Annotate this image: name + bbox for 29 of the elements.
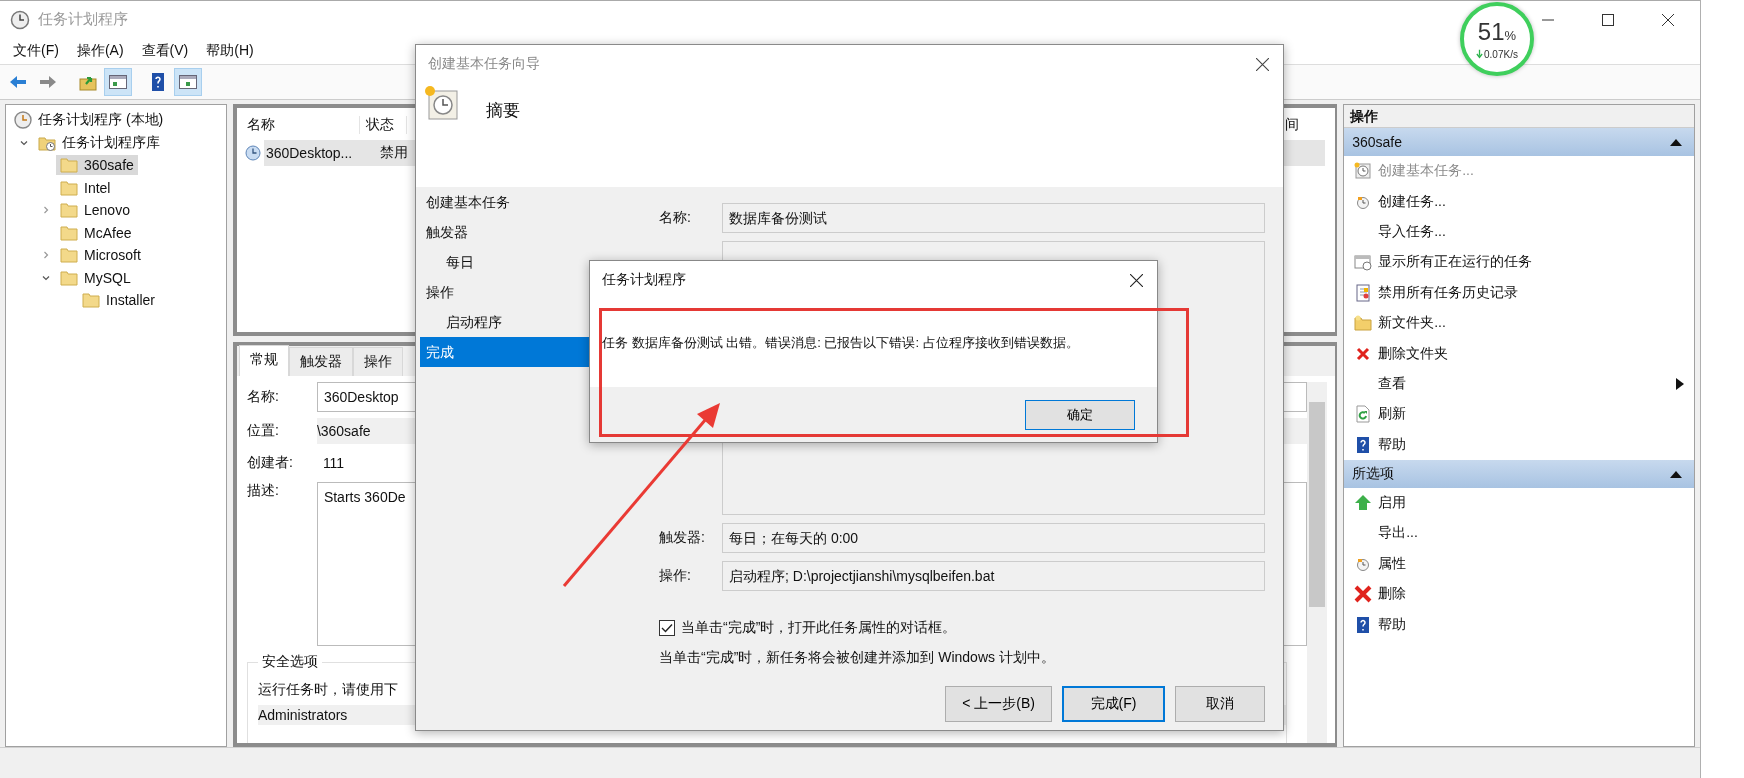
dialog-title: 创建基本任务向导 bbox=[428, 55, 540, 73]
pane-title: 操作 bbox=[1344, 105, 1694, 128]
section-title: 所选项 bbox=[1352, 464, 1395, 483]
page-heading: 摘要 bbox=[486, 100, 520, 122]
table-cell-text: 禁用 bbox=[378, 144, 409, 162]
section-title: 360safe bbox=[1352, 134, 1403, 150]
wizard-step: 创建基本任务 bbox=[420, 187, 591, 217]
security-text: 运行任务时，请使用下 bbox=[257, 681, 399, 699]
wizard-step: 触发器 bbox=[420, 217, 591, 247]
memory-percent: 51% bbox=[1477, 18, 1517, 47]
field-label: 触发器: bbox=[659, 529, 706, 547]
table-cell-text: 360Desktop... bbox=[264, 145, 354, 161]
wizard-step: 完成 bbox=[420, 337, 591, 367]
author-value: 111 bbox=[321, 454, 345, 473]
dialog-title: 任务计划程序 bbox=[602, 271, 686, 289]
field-label: 名称: bbox=[659, 209, 692, 227]
wizard-step: 每日 bbox=[420, 247, 591, 277]
field-label: 创建者: bbox=[246, 454, 294, 472]
window-title: 任务计划程序 bbox=[38, 10, 128, 29]
field-label: 位置: bbox=[246, 422, 280, 440]
field-label: 描述: bbox=[246, 482, 280, 500]
field-label: 名称: bbox=[246, 388, 280, 406]
wizard-step: 操作 bbox=[420, 277, 591, 307]
error-message: 任务 数据库备份测试 出错。错误消息: 已报告以下错误: 占位程序接收到错误数据。 bbox=[602, 334, 1079, 352]
wizard-step: 启动程序 bbox=[420, 307, 591, 337]
note-text: 当单击“完成”时，新任务将会被创建并添加到 Windows 计划中。 bbox=[659, 649, 1056, 667]
network-rate: 0.07K/s bbox=[1484, 48, 1518, 60]
group-title: 安全选项 bbox=[257, 653, 322, 671]
field-label: 操作: bbox=[659, 567, 692, 585]
